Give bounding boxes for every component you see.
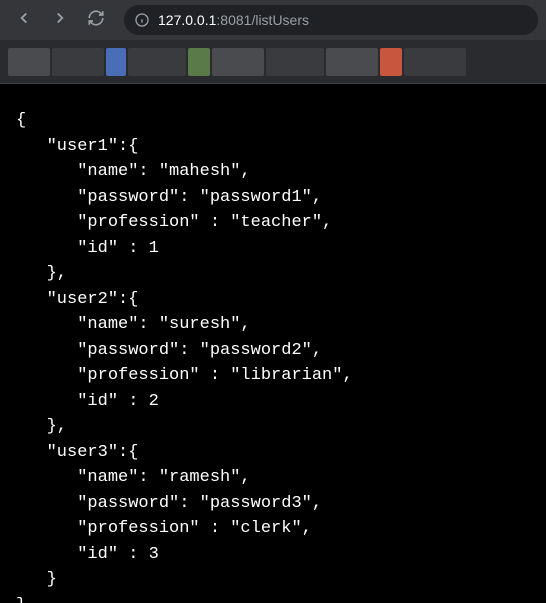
- bookmark-item[interactable]: [326, 48, 378, 76]
- bookmark-item[interactable]: [380, 48, 402, 76]
- bookmark-item[interactable]: [212, 48, 264, 76]
- reload-button[interactable]: [80, 4, 112, 36]
- bookmark-item[interactable]: [404, 48, 466, 76]
- back-button[interactable]: [8, 4, 40, 36]
- bookmark-item[interactable]: [52, 48, 104, 76]
- bookmark-item[interactable]: [188, 48, 210, 76]
- browser-toolbar: 127.0.0.1:8081/listUsers: [0, 0, 546, 40]
- address-bar[interactable]: 127.0.0.1:8081/listUsers: [124, 5, 538, 35]
- bookmark-item[interactable]: [266, 48, 324, 76]
- url-text: 127.0.0.1:8081/listUsers: [158, 12, 309, 28]
- page-content: { "user1":{ "name": "mahesh", "password"…: [0, 84, 546, 603]
- url-path: /listUsers: [251, 12, 309, 28]
- bookmarks-bar: [0, 40, 546, 84]
- reload-icon: [87, 9, 105, 32]
- bookmark-item[interactable]: [106, 48, 126, 76]
- back-icon: [15, 9, 33, 32]
- forward-icon: [51, 9, 69, 32]
- url-port: :8081: [216, 12, 251, 28]
- forward-button[interactable]: [44, 4, 76, 36]
- bookmark-item[interactable]: [128, 48, 186, 76]
- url-host: 127.0.0.1: [158, 12, 216, 28]
- json-response-body: { "user1":{ "name": "mahesh", "password"…: [16, 108, 530, 603]
- info-icon: [134, 12, 150, 28]
- bookmark-item[interactable]: [8, 48, 50, 76]
